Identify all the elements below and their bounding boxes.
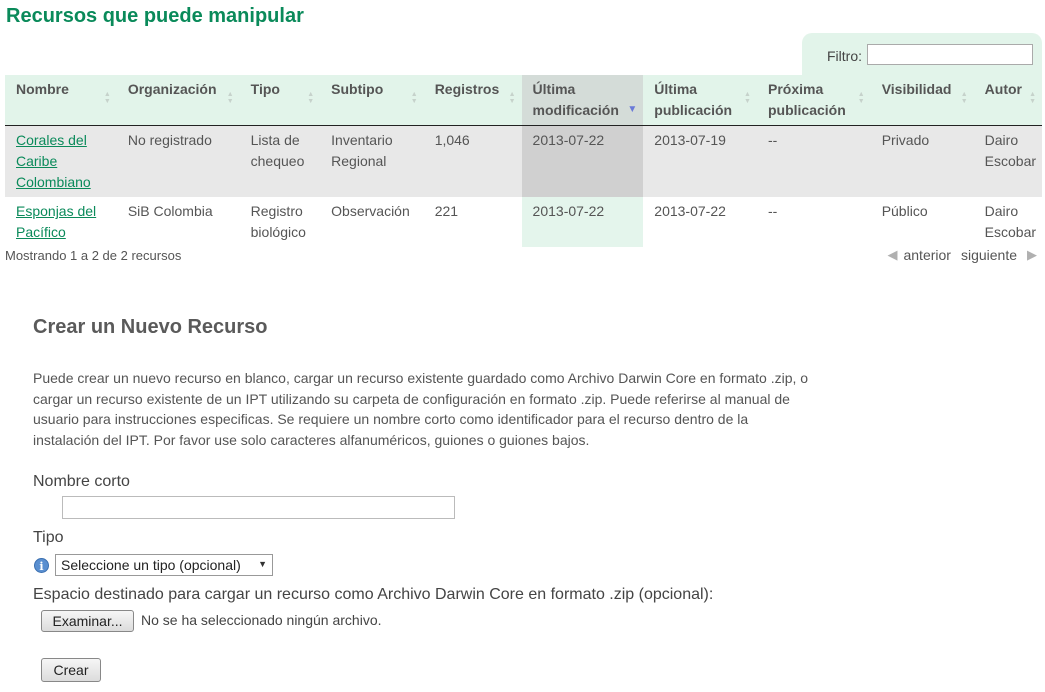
- chevron-down-icon: ▼: [258, 559, 267, 569]
- next-page-button[interactable]: siguiente: [961, 247, 1017, 263]
- next-arrow-icon[interactable]: ▶: [1027, 247, 1037, 263]
- column-header-ultima-modificacion[interactable]: Última modificación ▼: [521, 75, 644, 126]
- type-label: Tipo: [33, 529, 64, 546]
- resources-table: Nombre ▲ ▼ Organización ▲ ▼ Tipo ▲ ▼ Subtipo ▲ ▼…: [5, 75, 1042, 247]
- pagination: ◀ anterior siguiente ▶: [887, 247, 1037, 263]
- column-header-nombre[interactable]: Nombre ▲ ▼: [5, 75, 117, 126]
- type-select[interactable]: Seleccione un tipo (opcional) ▼: [55, 554, 273, 576]
- browse-button[interactable]: Examinar...: [41, 610, 134, 632]
- column-header-tipo[interactable]: Tipo ▲ ▼: [239, 75, 321, 126]
- previous-arrow-icon[interactable]: ◀: [887, 247, 897, 263]
- cell-author: Dairo Escobar: [973, 197, 1042, 247]
- cell-records: 221: [423, 197, 522, 247]
- cell-type: Registro biológico: [239, 197, 321, 247]
- create-button[interactable]: Crear: [41, 658, 101, 682]
- create-resource-description: Puede crear un nuevo recurso en blanco, …: [33, 370, 809, 448]
- cell-last-modified: 2013-07-22: [521, 197, 644, 247]
- sort-icon: ▲ ▼: [744, 91, 751, 105]
- upload-label: Espacio destinado para cargar un recurso…: [33, 586, 714, 603]
- table-info: Mostrando 1 a 2 de 2 recursos: [5, 248, 182, 263]
- cell-next-publication: --: [756, 197, 871, 247]
- cell-subtype: Inventario Regional: [320, 125, 424, 197]
- cell-last-published: 2013-07-22: [643, 197, 757, 247]
- column-header-registros[interactable]: Registros ▲ ▼: [423, 75, 522, 126]
- table-row: Corales del Caribe Colombiano No registr…: [5, 125, 1042, 197]
- sort-icon: ▲ ▼: [307, 91, 315, 105]
- cell-last-published: 2013-07-19: [643, 125, 757, 197]
- page-title: Recursos que puede manipular: [6, 5, 304, 27]
- sort-icon: ▲ ▼: [226, 91, 234, 105]
- column-header-subtipo[interactable]: Subtipo ▲ ▼: [320, 75, 424, 126]
- sort-icon: ▲ ▼: [103, 91, 111, 105]
- info-icon[interactable]: i: [34, 558, 49, 573]
- sort-icon: ▲ ▼: [508, 91, 516, 105]
- cell-visibility: Público: [870, 197, 974, 247]
- cell-records: 1,046: [423, 125, 522, 197]
- table-header-row: Nombre ▲ ▼ Organización ▲ ▼ Tipo ▲ ▼ Subtipo ▲ ▼…: [5, 75, 1042, 126]
- short-name-label: Nombre corto: [33, 473, 130, 490]
- column-header-ultima-publicacion[interactable]: Última publicación ▲ ▼: [643, 75, 757, 126]
- cell-next-publication: --: [756, 125, 871, 197]
- column-header-organizacion[interactable]: Organización ▲ ▼: [116, 75, 240, 126]
- cell-subtype: Observación: [320, 197, 424, 247]
- previous-page-button[interactable]: anterior: [903, 247, 950, 263]
- column-header-proxima-publicacion[interactable]: Próxima publicación ▲ ▼: [756, 75, 871, 126]
- filter-bar: Filtro:: [802, 33, 1042, 75]
- sort-icon: ▲ ▼: [1029, 91, 1036, 105]
- sort-descending-icon: ▼: [627, 104, 638, 115]
- filter-label: Filtro:: [827, 48, 862, 64]
- short-name-input[interactable]: [62, 496, 455, 519]
- table-row: Esponjas del Pacífico SiB Colombia Regis…: [5, 197, 1042, 247]
- resource-link[interactable]: Esponjas del Pacífico: [16, 203, 96, 240]
- cell-name: Corales del Caribe Colombiano: [5, 125, 117, 197]
- column-header-visibilidad[interactable]: Visibilidad ▲ ▼: [870, 75, 974, 126]
- cell-type: Lista de chequeo: [239, 125, 321, 197]
- filter-input[interactable]: [867, 44, 1033, 65]
- sort-icon: ▲ ▼: [857, 91, 865, 105]
- resource-link[interactable]: Corales del Caribe Colombiano: [16, 132, 91, 190]
- column-header-autor[interactable]: Autor ▲ ▼: [973, 75, 1042, 126]
- no-file-selected-text: No se ha seleccionado ningún archivo.: [141, 612, 382, 628]
- cell-name: Esponjas del Pacífico: [5, 197, 117, 247]
- cell-last-modified: 2013-07-22: [521, 125, 644, 197]
- sort-icon: ▲ ▼: [410, 91, 418, 105]
- sort-icon: ▲ ▼: [960, 91, 968, 105]
- cell-visibility: Privado: [870, 125, 974, 197]
- cell-author: Dairo Escobar: [973, 125, 1042, 197]
- cell-organization: No registrado: [116, 125, 240, 197]
- create-resource-heading: Crear un Nuevo Recurso: [33, 316, 268, 338]
- cell-organization: SiB Colombia: [116, 197, 240, 247]
- type-select-value: Seleccione un tipo (opcional): [61, 557, 241, 573]
